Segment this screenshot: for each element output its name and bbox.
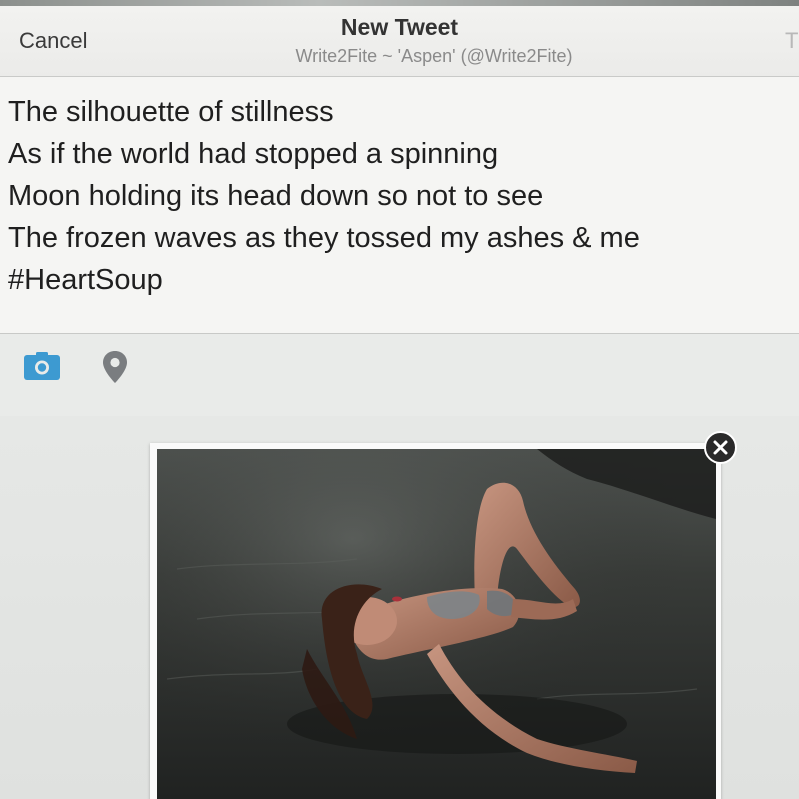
tweet-button[interactable]: T [785, 28, 799, 54]
remove-photo-close-icon[interactable] [704, 431, 737, 464]
page-title: New Tweet [340, 14, 459, 40]
location-pin-icon[interactable] [102, 350, 128, 384]
tweet-text-input[interactable]: The silhouette of stillness As if the wo… [8, 91, 789, 301]
attached-photo [157, 449, 716, 799]
camera-icon[interactable] [24, 352, 60, 380]
compose-area[interactable]: The silhouette of stillness As if the wo… [0, 77, 799, 334]
compose-header: Cancel New Tweet Write2Fite ~ 'Aspen' (@… [0, 6, 799, 77]
account-subtitle: Write2Fite ~ 'Aspen' (@Write2Fite) [295, 46, 573, 66]
twitter-compose-screen: Cancel New Tweet Write2Fite ~ 'Aspen' (@… [0, 0, 799, 799]
